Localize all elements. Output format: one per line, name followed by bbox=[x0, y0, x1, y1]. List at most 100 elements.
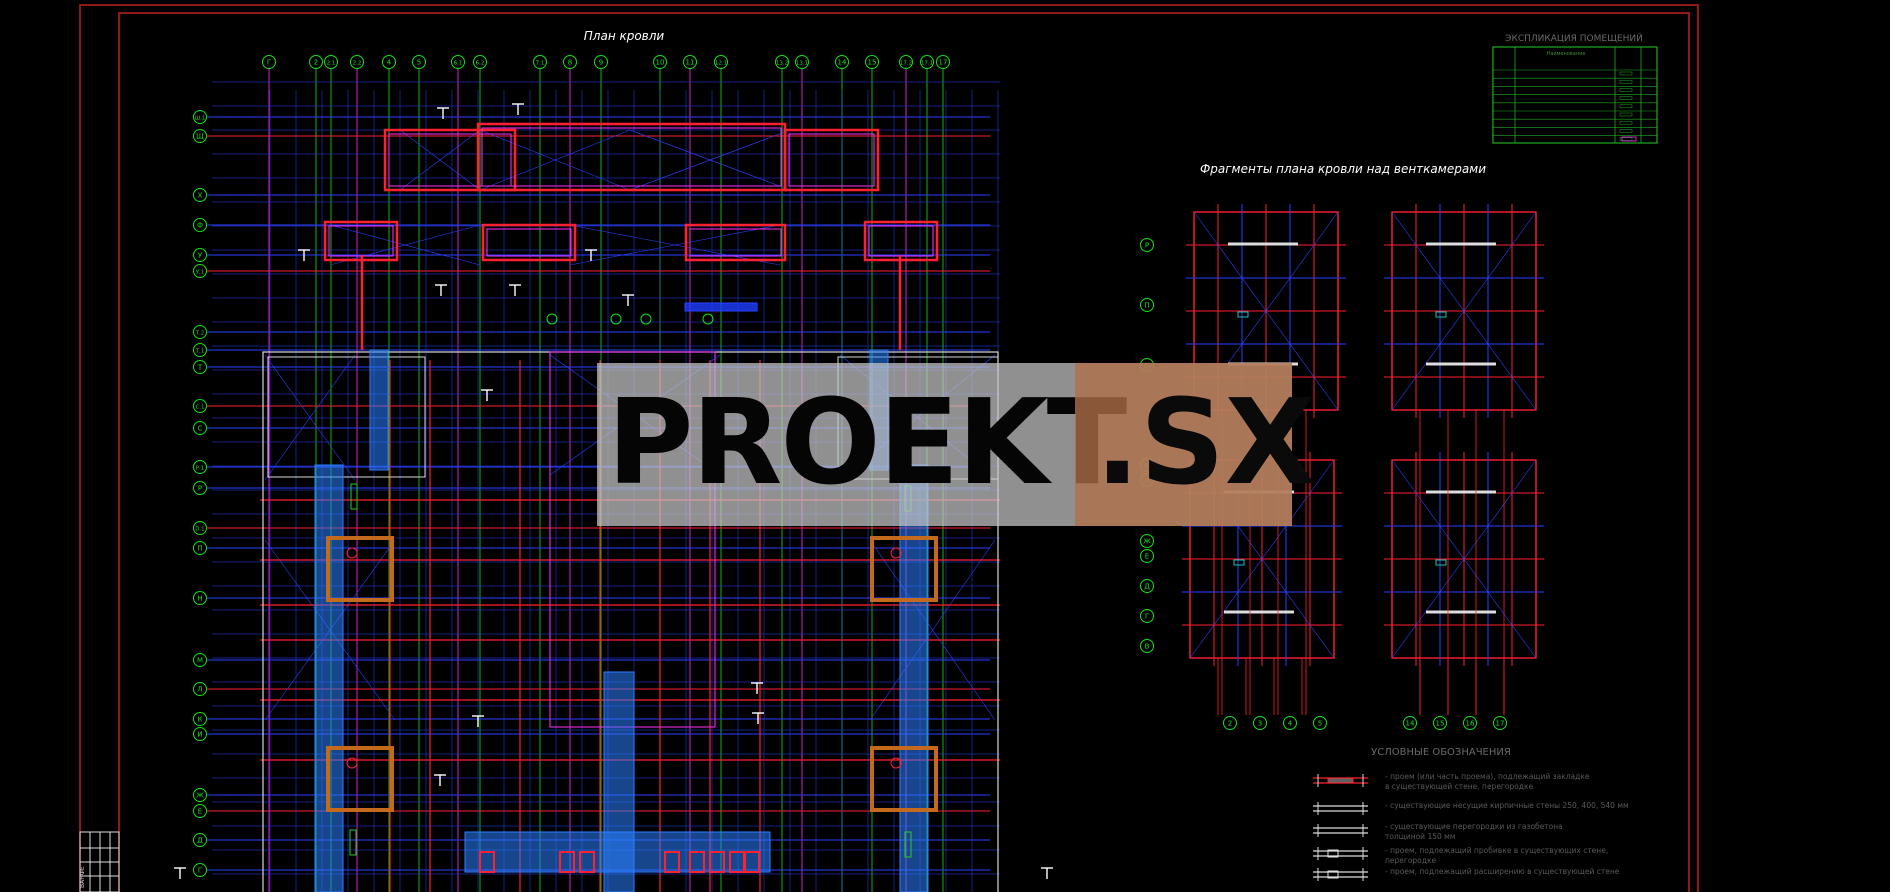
axis-bubble-label: 14 bbox=[1406, 720, 1415, 728]
axis-bubble-label: Г bbox=[198, 867, 202, 875]
explication-cell bbox=[1619, 71, 1633, 76]
axis-bubble-left: Н bbox=[193, 591, 207, 605]
elevation-marker bbox=[610, 313, 622, 325]
axis-bubble-left: Ф bbox=[193, 218, 207, 232]
legend-item-text: - проем (или часть проема), подлежащий з… bbox=[1385, 772, 1590, 781]
elevation-marker bbox=[640, 313, 652, 325]
axis-bubble-top: 9 bbox=[594, 55, 608, 69]
axis-bubble-label: 17.2 bbox=[900, 61, 912, 67]
parapet-outer bbox=[476, 122, 787, 192]
axis-bubble-label: 15 bbox=[868, 59, 877, 67]
fragment-hatch bbox=[1435, 311, 1447, 318]
roof-label-bar bbox=[684, 302, 758, 312]
axis-bubble-label: С.1 bbox=[195, 405, 204, 411]
axis-bubble-label: Щ bbox=[196, 133, 204, 141]
ventilation-shaft bbox=[314, 464, 344, 892]
axis-bubble-left: Т.2 bbox=[193, 325, 207, 339]
explication-title: ЭКСПЛИКАЦИЯ ПОМЕЩЕНИЙ bbox=[1505, 32, 1643, 44]
axis-bubble-label: В bbox=[1145, 643, 1150, 651]
elevation-marker bbox=[546, 313, 558, 325]
explication-frame bbox=[1492, 46, 1658, 144]
watermark-badge: .SX bbox=[1075, 363, 1316, 526]
parapet-inner bbox=[689, 228, 782, 257]
parapet-inner bbox=[868, 225, 934, 257]
fragment-hatch bbox=[1233, 559, 1245, 566]
axis-bubble-label: 5 bbox=[417, 59, 421, 67]
axis-bubble-left: С bbox=[193, 421, 207, 435]
axis-bubble-left: С.1 bbox=[193, 399, 207, 413]
axis-bubble-label: Ж bbox=[196, 792, 204, 800]
axis-bubble-left: Д bbox=[193, 833, 207, 847]
axis-bubble-label: 13.2 bbox=[776, 61, 788, 67]
axis-bubble-top: 13.1 bbox=[795, 55, 809, 69]
axis-bubble-label: 13.1 bbox=[796, 61, 808, 67]
axis-bubble-left: Е bbox=[193, 804, 207, 818]
watermark-text: PROEKT bbox=[607, 373, 1127, 511]
axis-bubble-label: Г bbox=[267, 59, 271, 67]
axis-bubble-label: Д bbox=[1144, 583, 1150, 591]
axis-bubble-label: П bbox=[197, 545, 202, 553]
axis-bubble-label: 17 bbox=[939, 59, 948, 67]
axis-bubble-label: 9 bbox=[599, 59, 603, 67]
axis-bubble-label: Д bbox=[197, 837, 203, 845]
parapet-outer bbox=[783, 128, 880, 192]
fragment-plan bbox=[1384, 452, 1544, 666]
axis-bubble-top: 2 bbox=[309, 55, 323, 69]
courtyard-wall-left bbox=[267, 356, 426, 478]
axis-bubble-label: 7.1 bbox=[536, 61, 545, 67]
axis-bubble-label: 2.2 bbox=[353, 61, 362, 67]
axis-bubble-label: У.1 bbox=[196, 270, 205, 276]
axis-bubble-label: И bbox=[197, 731, 202, 739]
axis-bubble-label: 16 bbox=[1466, 720, 1475, 728]
axis-bubble-fragment-bottom: 16 bbox=[1463, 716, 1477, 730]
elevation-marker bbox=[702, 313, 714, 325]
axis-bubble-label: Т bbox=[197, 364, 203, 372]
axis-bubble-label: С bbox=[198, 425, 203, 433]
axis-bubble-fragment-left: Г bbox=[1140, 609, 1154, 623]
explication-header: Наименование bbox=[1547, 51, 1586, 57]
axis-bubble-label: 2.1 bbox=[327, 61, 336, 67]
axis-bubble-label: П bbox=[1144, 302, 1149, 310]
axis-bubble-top: 12.1 bbox=[714, 55, 728, 69]
axis-bubble-label: 4 bbox=[1288, 720, 1293, 728]
axis-bubble-label: 17 bbox=[1496, 720, 1505, 728]
axis-bubble-left: Р.1 bbox=[193, 460, 207, 474]
parapet-inner bbox=[328, 225, 394, 257]
axis-bubble-top: 2.2 bbox=[350, 55, 364, 69]
axis-bubble-label: 4 bbox=[387, 59, 392, 67]
explication-cell bbox=[1619, 96, 1633, 100]
parapet-outer bbox=[323, 220, 399, 262]
axis-bubble-label: К bbox=[198, 716, 203, 724]
explication-table: ЭКСПЛИКАЦИЯ ПОМЕЩЕНИЙ Наименование bbox=[1492, 32, 1658, 144]
axis-bubble-fragment-left: В bbox=[1140, 639, 1154, 653]
axis-bubble-top: 8 bbox=[563, 55, 577, 69]
axis-bubble-fragment-bottom: 15 bbox=[1433, 716, 1447, 730]
axis-bubble-label: Ж bbox=[1143, 538, 1151, 546]
axis-bubble-top: 13.2 bbox=[775, 55, 789, 69]
axis-bubble-label: Ф bbox=[197, 222, 203, 230]
axis-bubble-label: Р bbox=[198, 485, 202, 493]
axis-bubble-label: Е bbox=[198, 808, 202, 816]
title-stamp: ВАНФЕ bbox=[79, 831, 120, 892]
parapet-outer bbox=[383, 128, 517, 192]
axis-bubble-label: 14 bbox=[838, 59, 847, 67]
parapet-inner bbox=[481, 127, 782, 187]
axis-bubble-label: Л bbox=[197, 686, 202, 694]
axis-bubble-label: П.1 bbox=[195, 527, 204, 533]
axis-bubble-label: Р bbox=[1145, 242, 1149, 250]
axis-bubble-top: 2.1 bbox=[324, 55, 338, 69]
legend-item-text: перегородке bbox=[1385, 856, 1436, 865]
watermark: PROEKT .SX bbox=[597, 363, 1316, 526]
axis-bubble-label: Р.1 bbox=[196, 466, 205, 472]
axis-bubble-fragment-bottom: 3 bbox=[1253, 716, 1267, 730]
axis-bubble-label: 8 bbox=[568, 59, 572, 67]
axis-bubble-label: Ш.1 bbox=[194, 116, 205, 122]
axis-bubble-top: 7.1 bbox=[533, 55, 547, 69]
axis-bubble-label: 2 bbox=[1228, 720, 1232, 728]
axis-bubble-label: 10 bbox=[656, 59, 665, 67]
fragments-title: Фрагменты плана кровли над венткамерами bbox=[1200, 162, 1486, 176]
axis-bubble-top: 17.2 bbox=[899, 55, 913, 69]
explication-cell bbox=[1619, 120, 1633, 125]
axis-bubble-fragment-bottom: 4 bbox=[1283, 716, 1297, 730]
axis-bubble-label: Х bbox=[198, 192, 203, 200]
